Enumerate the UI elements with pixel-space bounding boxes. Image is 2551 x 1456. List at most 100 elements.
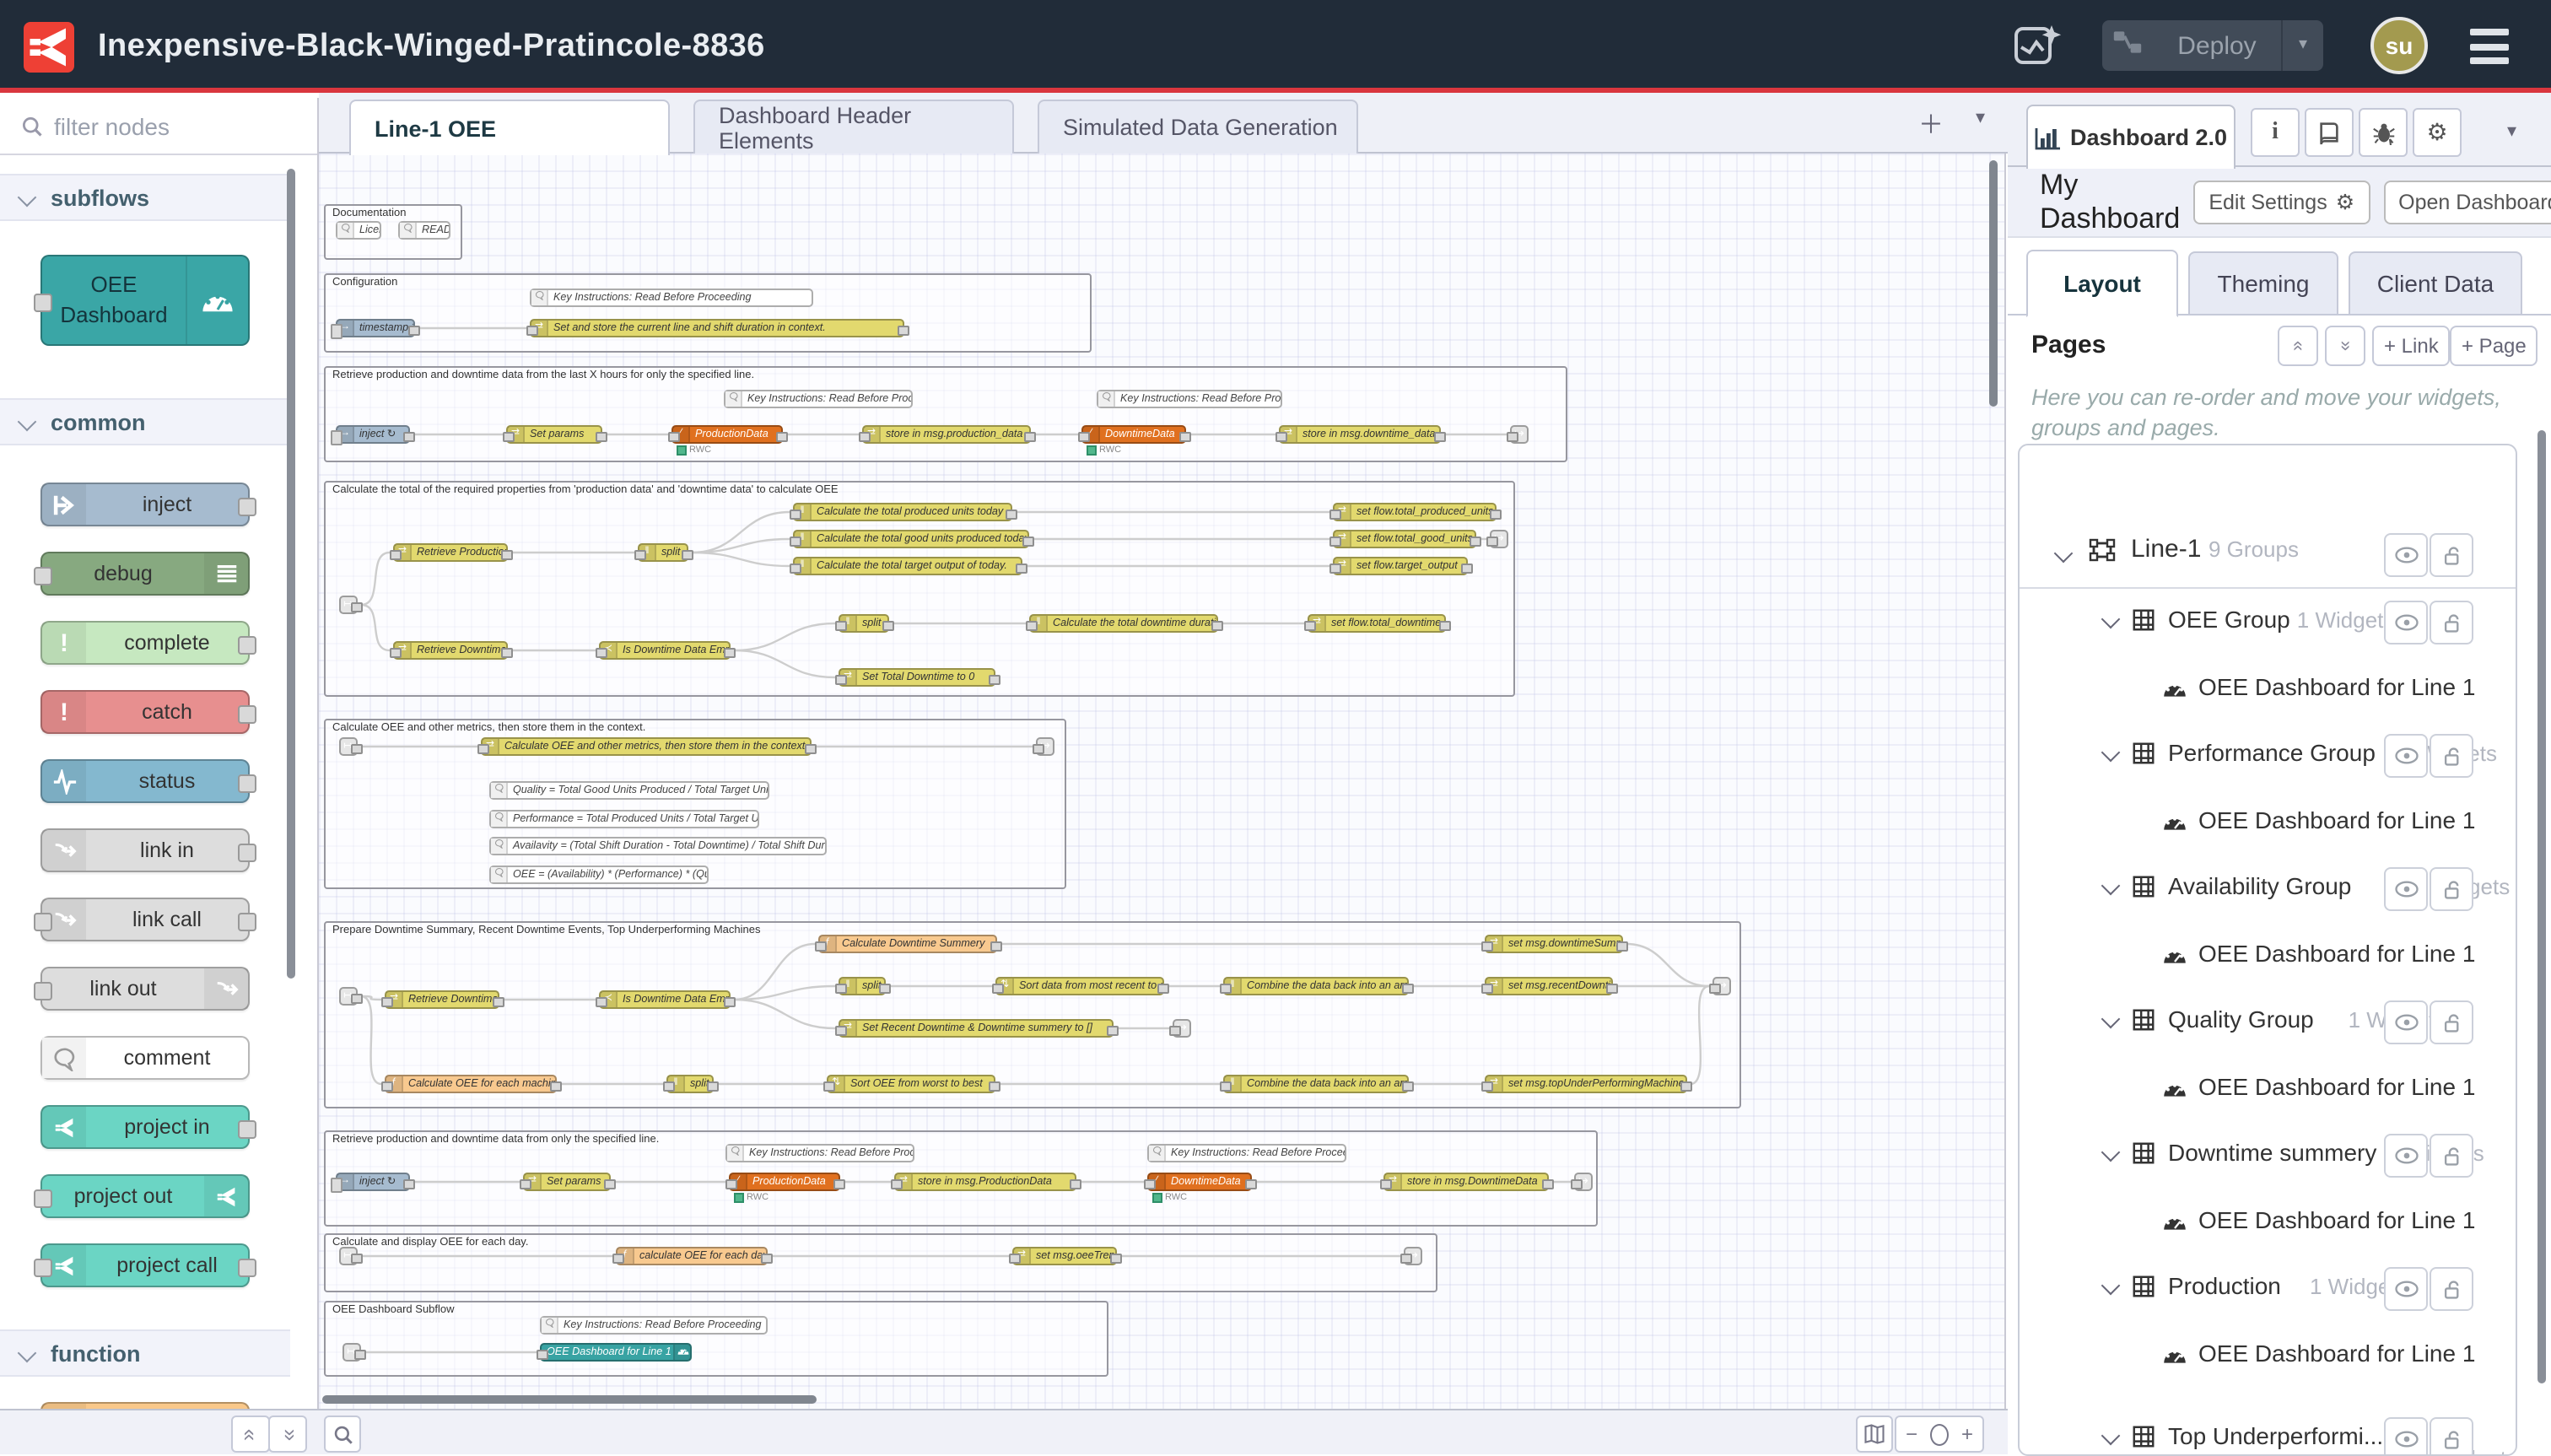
inject-button[interactable] [330,1177,342,1192]
flow-node-db[interactable]: ∕ProductionDataRWC [729,1173,840,1191]
flow-node-cmt[interactable]: Key Instructions: Read Before Proceeding [530,289,813,307]
flow-group[interactable]: Retrieve production and downtime data fr… [324,366,1567,462]
flow-node-spl[interactable]: ‖split [839,977,886,995]
flow-node-chg[interactable]: ⇄set flow.total_downtime [1308,614,1446,633]
user-avatar[interactable]: su [2370,17,2428,74]
palette-node-project-out[interactable]: project out [40,1174,250,1218]
flow-node-chg[interactable]: ⇄set flow.total_good_units [1333,530,1476,548]
flow-node-lout[interactable]: ↦ [1404,1247,1422,1265]
lock-toggle-button[interactable] [2430,734,2473,778]
flow-node-spl[interactable]: ‖Calculate the total target output of to… [793,557,1022,575]
flow-node-chg[interactable]: ⇄Retrieve Production Data [393,543,508,562]
add-flow-button[interactable]: ＋ [1918,106,1944,142]
flow-node-spl[interactable]: ‖Calculate the total produced units toda… [793,503,1012,521]
flow-node-chg[interactable]: ⇄set flow.total_produced_units [1333,503,1497,521]
flow-node-chg[interactable]: ⇄set msg.recentDowntime [1485,977,1613,995]
flow-node-cmt[interactable]: Key Instructions: Read Before Proceeding [1097,390,1282,408]
lock-toggle-button[interactable] [2430,1000,2473,1044]
flow-node-cmt[interactable]: Quality = Total Good Units Produced / To… [489,781,769,800]
tree-row-group[interactable]: Availability Group1 Widgets [2020,862,2516,913]
tree-row-group[interactable]: OEE Group1 Widgets [2020,596,2516,646]
flow-node-spl[interactable]: ‖Calculate the total good units produced… [793,530,1029,548]
palette-node-link-call[interactable]: link call [40,898,250,941]
lock-toggle-button[interactable] [2430,867,2473,911]
edit-settings-button[interactable]: Edit Settings⚙ [2193,180,2370,224]
flow-node-jn[interactable]: ‖Combine the data back into an array. [1223,1075,1409,1093]
flow-node-lout[interactable]: ↦ [1173,1019,1191,1038]
canvas-v-scrollbar[interactable] [1989,160,1998,407]
flow-node-cmt[interactable]: License [336,221,381,240]
inject-button[interactable] [330,429,342,445]
chevron-down-icon[interactable] [2054,544,2074,564]
flow-node-chg[interactable]: ⇄store in msg.production_data [862,425,1031,444]
flow-node-srt[interactable]: ⇅Sort data from most recent to oldest [995,977,1164,995]
flow-node-lin[interactable]: ↦ [339,987,358,1006]
tree-row-group[interactable]: Top Underperformi...1 Widgets [2020,1412,2516,1456]
flow-node-chg[interactable]: ⇄Calculate OEE and other metrics, then s… [481,737,812,756]
palette-expand-all-button[interactable]: « [268,1416,307,1453]
visibility-toggle-button[interactable] [2384,1417,2428,1456]
sidebar-scrollbar[interactable] [2538,430,2546,1383]
flow-node-db[interactable]: ∕DowntimeDataRWC [1081,425,1186,444]
flow-node-lout[interactable]: ↦ [1490,530,1508,548]
zoom-in-button[interactable]: + [1952,1416,1984,1453]
palette-section-subflows[interactable]: subflows [0,174,290,221]
canvas-search-button[interactable] [324,1416,361,1453]
zoom-reset-button[interactable] [1923,1416,1955,1453]
palette-node-comment[interactable]: comment [40,1036,250,1080]
expand-all-button[interactable]: « [2325,326,2365,366]
flow-node-cmt[interactable]: Performance = Total Produced Units / Tot… [489,810,759,828]
palette-filter[interactable]: filter nodes [0,98,317,155]
flow-node-chg[interactable]: ⇄set msg.oeeTrend [1012,1247,1117,1265]
flow-node-lout[interactable]: ↦ [1510,425,1529,444]
palette-node-project-call[interactable]: project call [40,1243,250,1287]
palette-node-inject[interactable]: inject [40,483,250,526]
tree-row-widget[interactable]: OEE Dashboard for Line 1 [2020,1066,2516,1117]
add-page-button[interactable]: + Page [2450,326,2538,366]
flow-node-lin[interactable]: ↦ [342,1343,361,1362]
palette-node-oee-dashboard[interactable]: OEEDashboard [40,255,250,346]
tree-row-group[interactable]: Performance Group1 Widgets [2020,729,2516,779]
flow-node-chg[interactable]: ⇄set msg.topUnderPerformingMachines [1485,1075,1687,1093]
flow-node-chg[interactable]: ⇄Set params [523,1173,611,1191]
flow-node-sw[interactable]: ≺Is Downtime Data Empty? [599,641,731,660]
chevron-down-icon[interactable] [2101,1010,2121,1029]
flow-node-chg[interactable]: ⇄Retrieve Downtime Data [393,641,508,660]
palette-node-function[interactable]: ƒfunction [40,1402,250,1409]
palette-section-common[interactable]: common [0,398,290,445]
palette-section-function[interactable]: function [0,1329,290,1377]
flow-node-db[interactable]: ∕ProductionDataRWC [671,425,783,444]
visibility-toggle-button[interactable] [2384,1267,2428,1311]
tree-row-widget[interactable]: OEE Dashboard for Line 1 [2020,1200,2516,1250]
main-menu-button[interactable] [2470,29,2509,64]
book-icon[interactable] [2305,108,2354,157]
flow-node-cmt[interactable]: Key Instructions: Read Before Proceeding [725,1144,914,1162]
ai-assistant-icon[interactable] [2013,22,2063,69]
flow-node-lout[interactable]: ↦ [1712,977,1731,995]
flow-node-chg[interactable]: ⇄store in msg.downtime_data [1279,425,1441,444]
flow-node-spl[interactable]: ‖split [666,1075,714,1093]
flow-node-inj[interactable]: →inject ↻ [336,1173,410,1191]
chevron-down-icon[interactable] [2101,1426,2121,1446]
flow-list-caret[interactable]: ▾ [1976,106,1985,128]
palette-node-debug[interactable]: debug [40,552,250,596]
flow-node-cmt[interactable]: Key Instructions: Read Before Proceeding [540,1316,768,1335]
flow-node-spl[interactable]: ‖Calculate the total downtime duration [1029,614,1218,633]
flow-tab-1[interactable]: Line-1 OEE [349,100,670,155]
palette-node-status[interactable]: status [40,759,250,803]
add-link-button[interactable]: + Link [2372,326,2451,366]
palette-node-complete[interactable]: !complete [40,621,250,665]
tab-theming[interactable]: Theming [2188,251,2338,315]
flow-node-fn[interactable]: ƒCalculate Downtime Summery [818,935,997,953]
collapse-all-button[interactable]: « [2278,326,2318,366]
flow-node-cmt[interactable]: Availavity = (Total Shift Duration - Tot… [489,837,827,855]
flow-node-chg[interactable]: ⇄store in msg.ProductionData [894,1173,1076,1191]
flow-node-chg[interactable]: ⇄Set params [506,425,602,444]
tree-row-widget[interactable]: OEE Dashboard for Line 1 [2020,666,2516,717]
canvas-h-scrollbar[interactable] [322,1395,817,1404]
palette-scrollbar[interactable] [287,169,295,979]
chevron-down-icon[interactable] [2101,1143,2121,1162]
gear-icon[interactable]: ⚙ [2413,108,2462,157]
flow-node-lin[interactable]: ↦ [339,1247,358,1265]
flow-node-sw[interactable]: ≺Is Downtime Data Empty? [599,990,731,1009]
